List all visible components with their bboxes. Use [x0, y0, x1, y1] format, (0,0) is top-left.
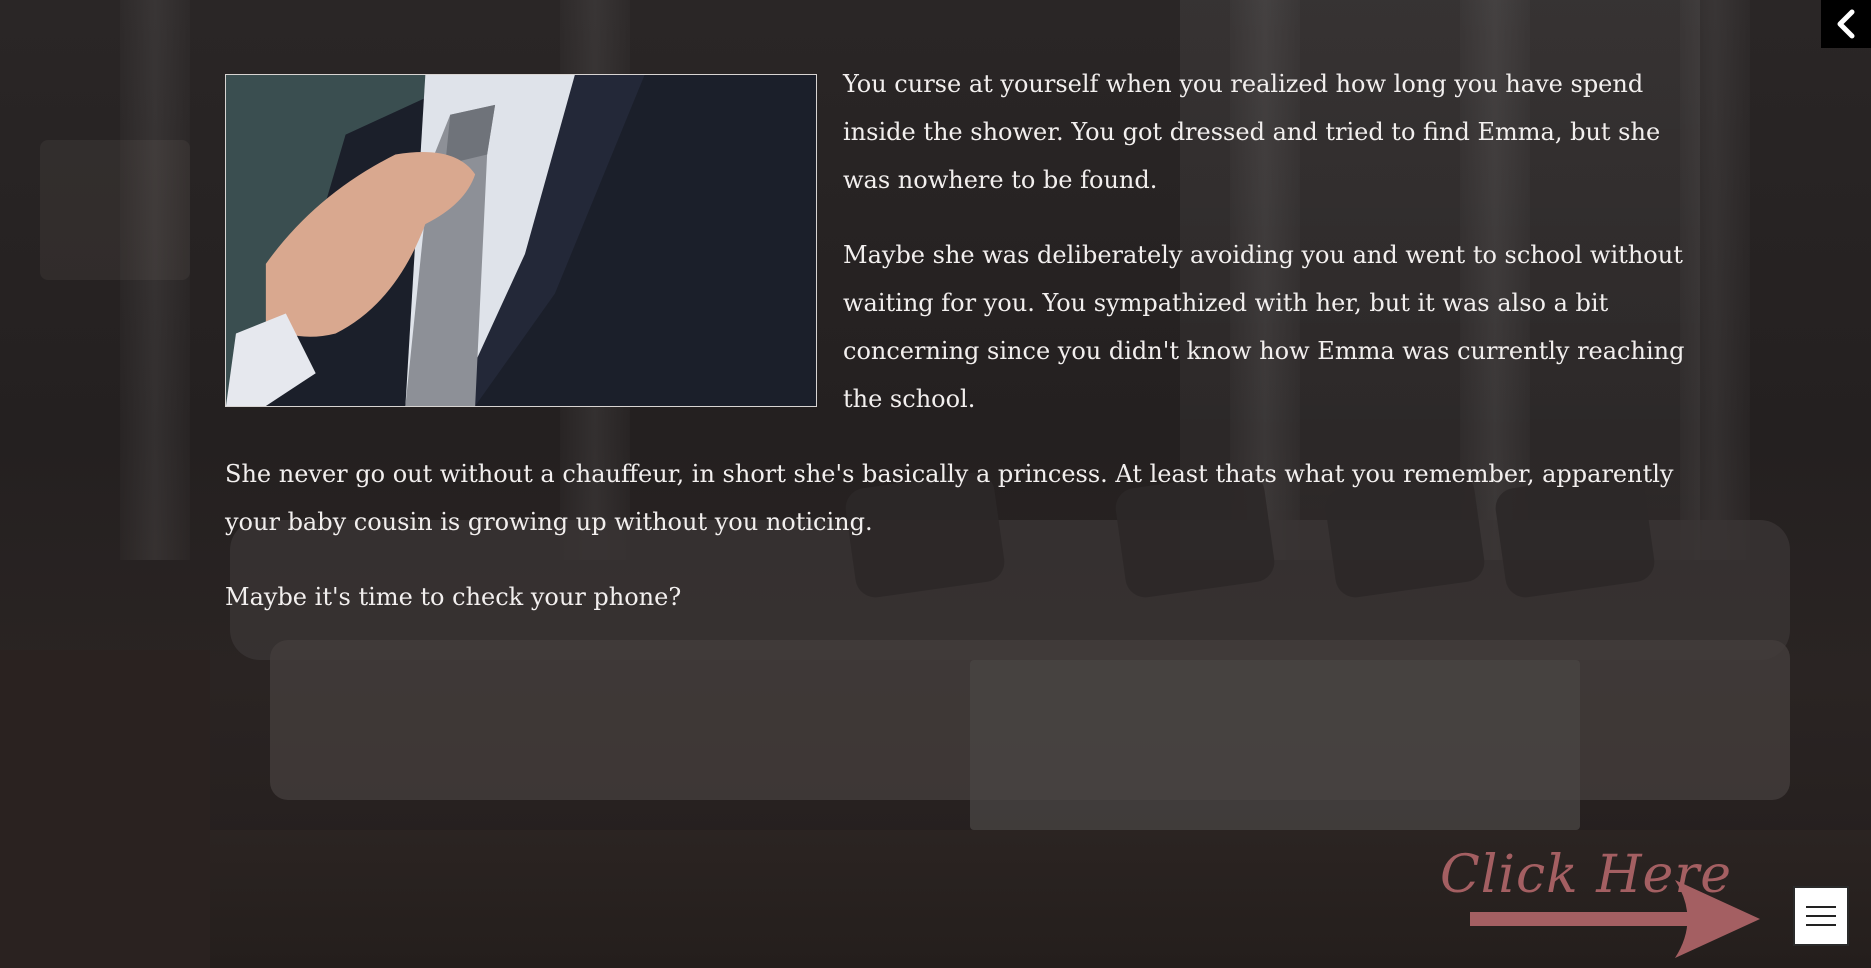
suit-tie-illustration: [226, 75, 816, 406]
story-paragraph: She never go out without a chauffeur, in…: [225, 460, 1674, 536]
arrow-right-icon: [1470, 880, 1760, 958]
menu-button[interactable]: [1793, 886, 1849, 946]
curtain: [120, 0, 190, 560]
story-passage: You curse at yourself when you realized …: [225, 60, 1705, 648]
coffee-table: [970, 660, 1580, 830]
side-cabinet: [0, 650, 210, 968]
story-paragraph: Maybe it's time to check your phone?: [225, 583, 682, 611]
lamp: [40, 140, 190, 280]
chevron-left-icon: [1837, 9, 1855, 39]
hamburger-menu-icon: [1806, 915, 1836, 917]
hamburger-menu-icon: [1806, 906, 1836, 908]
back-button[interactable]: [1821, 0, 1871, 48]
suit-tie-photo: [225, 74, 817, 407]
hamburger-menu-icon: [1806, 924, 1836, 926]
